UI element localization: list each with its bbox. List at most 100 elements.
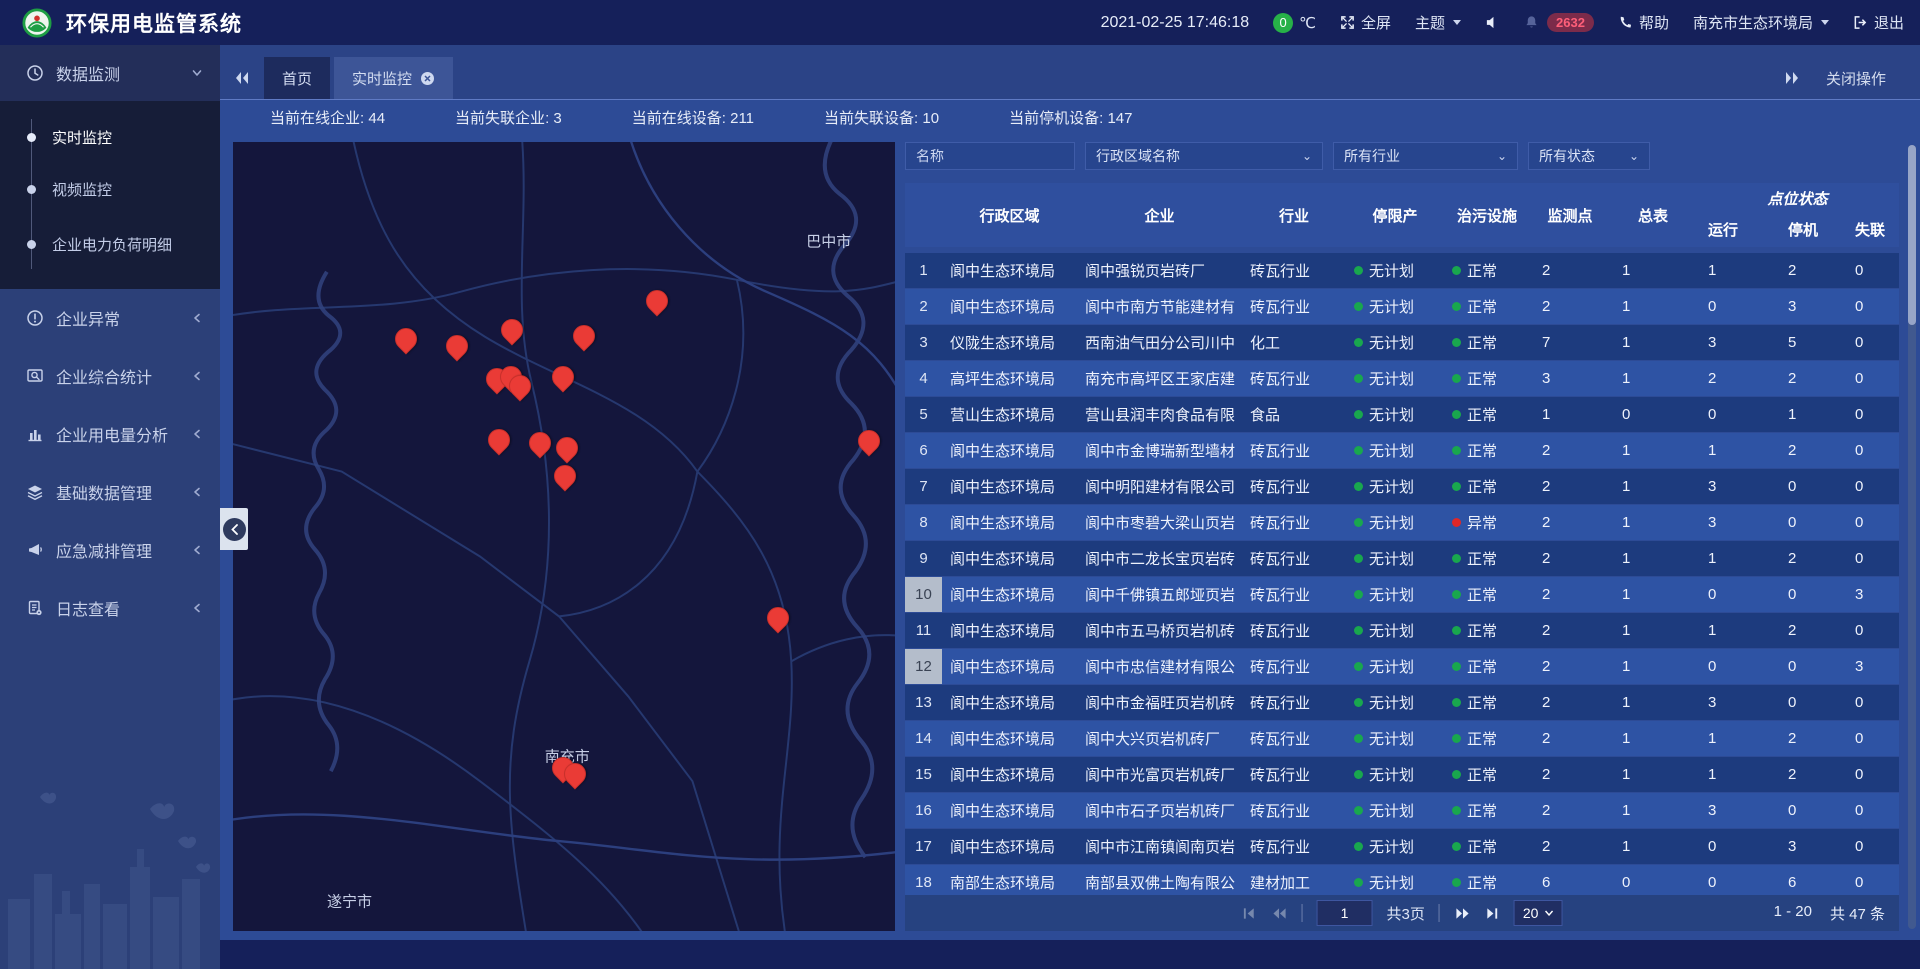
- cell-region-text: 阆中生态环境局: [950, 764, 1055, 785]
- prev-page-button[interactable]: [1271, 906, 1288, 921]
- cell-company: 阆中明阳建材有限公司: [1077, 469, 1242, 504]
- map-pin-icon[interactable]: [641, 285, 672, 316]
- cell-company-text: 阆中市金福旺页岩机砖: [1085, 692, 1235, 713]
- tab-home[interactable]: 首页: [264, 57, 330, 99]
- industry-filter-select[interactable]: 所有行业 ⌄: [1333, 142, 1518, 170]
- status-dot-icon: [1354, 734, 1363, 743]
- map-panel[interactable]: 巴中市南充市遂宁市: [233, 142, 895, 931]
- sidebar-collapse-toggle[interactable]: [220, 508, 248, 550]
- status-filter-select[interactable]: 所有状态 ⌄: [1528, 142, 1650, 170]
- status-dot-icon: [1452, 590, 1461, 599]
- cell-region: 阆中生态环境局: [942, 433, 1077, 468]
- page-size-select[interactable]: 20: [1514, 900, 1563, 926]
- sidebar-item-log[interactable]: 日志查看: [0, 579, 220, 637]
- table-row[interactable]: 18南部生态环境局南部县双佛土陶有限公建材加工无计划正常60060: [905, 865, 1899, 895]
- map-pin-icon[interactable]: [853, 426, 884, 457]
- table-row[interactable]: 2阆中生态环境局阆中市南方节能建材有砖瓦行业无计划正常21030: [905, 289, 1899, 324]
- table-row[interactable]: 16阆中生态环境局阆中市石子页岩机砖厂砖瓦行业无计划正常21300: [905, 793, 1899, 828]
- table-header: 行政区域 企业 行业 停限产 治污设施 监测点 总表 点位状态 运行 停机 失联: [905, 183, 1899, 247]
- map-pin-icon[interactable]: [524, 427, 555, 458]
- tabs-scroll-right-button[interactable]: [1784, 57, 1800, 99]
- map-pin-icon[interactable]: [762, 602, 793, 633]
- map-pin-icon[interactable]: [390, 323, 421, 354]
- table-row[interactable]: 13阆中生态环境局阆中市金福旺页岩机砖砖瓦行业无计划正常21300: [905, 685, 1899, 720]
- cell-company: 南部县双佛土陶有限公: [1077, 865, 1242, 895]
- map-pin-icon[interactable]: [548, 361, 579, 392]
- help-button[interactable]: 帮助: [1618, 12, 1669, 33]
- sidebar-subitem[interactable]: 视频监控: [0, 163, 220, 215]
- next-page-button[interactable]: [1454, 906, 1471, 921]
- cell-running: 1: [1696, 541, 1776, 576]
- table-row[interactable]: 15阆中生态环境局阆中市光富页岩机砖厂砖瓦行业无计划正常21120: [905, 757, 1899, 792]
- cell-stopped-text: 2: [1788, 550, 1796, 567]
- map-pin-icon[interactable]: [552, 433, 583, 464]
- cell-facility-status: 正常: [1444, 649, 1530, 684]
- row-index: 6: [905, 433, 942, 468]
- notifications-button[interactable]: 2632: [1524, 13, 1594, 32]
- last-page-button[interactable]: [1485, 906, 1500, 921]
- cell-limit-status-text: 无计划: [1369, 512, 1414, 533]
- sidebar-subitem[interactable]: 企业电力负荷明细: [0, 215, 220, 273]
- map-pin-icon[interactable]: [484, 425, 515, 456]
- table-row[interactable]: 12阆中生态环境局阆中市忠信建材有限公砖瓦行业无计划正常21003: [905, 649, 1899, 684]
- map-pin-icon[interactable]: [568, 321, 599, 352]
- sidebar-item-megaphone[interactable]: 应急减排管理: [0, 521, 220, 579]
- table-row[interactable]: 1阆中生态环境局阆中强锐页岩砖厂砖瓦行业无计划正常21120: [905, 253, 1899, 288]
- cell-running-text: 1: [1708, 622, 1716, 639]
- map-pin-icon[interactable]: [497, 314, 528, 345]
- sound-toggle-button[interactable]: [1485, 15, 1500, 30]
- table-row[interactable]: 10阆中生态环境局阆中千佛镇五郎垭页岩砖瓦行业无计划正常21003: [905, 577, 1899, 612]
- status-dot-icon: [1452, 698, 1461, 707]
- theme-dropdown[interactable]: 主题: [1415, 12, 1461, 33]
- table-row[interactable]: 17阆中生态环境局阆中市江南镇阆南页岩砖瓦行业无计划正常21030: [905, 829, 1899, 864]
- name-filter-input[interactable]: [905, 142, 1075, 170]
- sidebar-item-stats[interactable]: 企业综合统计: [0, 347, 220, 405]
- table-row[interactable]: 11阆中生态环境局阆中市五马桥页岩机砖砖瓦行业无计划正常21120: [905, 613, 1899, 648]
- cell-industry: 食品: [1242, 397, 1346, 432]
- table-row[interactable]: 3仪陇生态环境局西南油气田分公司川中化工无计划正常71350: [905, 325, 1899, 360]
- tab-realtime-monitor[interactable]: 实时监控: [334, 57, 453, 99]
- sidebar-item-clock[interactable]: 数据监测: [0, 45, 220, 101]
- cell-stopped-text: 0: [1788, 694, 1796, 711]
- first-page-button[interactable]: [1242, 906, 1257, 921]
- row-index-text: 12: [915, 658, 932, 675]
- cell-industry: 砖瓦行业: [1242, 685, 1346, 720]
- cell-facility-status-text: 正常: [1467, 800, 1497, 821]
- cell-industry-text: 砖瓦行业: [1250, 476, 1310, 497]
- cell-industry: 砖瓦行业: [1242, 541, 1346, 576]
- cell-company: 阆中市石子页岩机砖厂: [1077, 793, 1242, 828]
- tab-close-icon[interactable]: [420, 71, 435, 86]
- scrollbar-thumb[interactable]: [1908, 145, 1916, 325]
- map-pin-icon[interactable]: [441, 330, 472, 361]
- table-row[interactable]: 4高坪生态环境局南充市高坪区王家店建砖瓦行业无计划正常31220: [905, 361, 1899, 396]
- cell-company: 阆中市二龙长宝页岩砖: [1077, 541, 1242, 576]
- row-index: 13: [905, 685, 942, 720]
- fullscreen-button[interactable]: 全屏: [1340, 12, 1391, 33]
- cell-region-text: 阆中生态环境局: [950, 260, 1055, 281]
- map-pin-icon[interactable]: [549, 460, 580, 491]
- logout-button[interactable]: 退出: [1853, 12, 1904, 33]
- table-row[interactable]: 9阆中生态环境局阆中市二龙长宝页岩砖砖瓦行业无计划正常21120: [905, 541, 1899, 576]
- sidebar-subitem[interactable]: 实时监控: [0, 111, 220, 163]
- table-row[interactable]: 5营山生态环境局营山县润丰肉食品有限食品无计划正常10010: [905, 397, 1899, 432]
- cell-industry-text: 砖瓦行业: [1250, 512, 1310, 533]
- cell-industry-text: 砖瓦行业: [1250, 584, 1310, 605]
- region-filter-select[interactable]: 行政区域名称 ⌄: [1085, 142, 1323, 170]
- table-row[interactable]: 7阆中生态环境局阆中明阳建材有限公司砖瓦行业无计划正常21300: [905, 469, 1899, 504]
- sidebar-item-alert[interactable]: 企业异常: [0, 289, 220, 347]
- org-dropdown[interactable]: 南充市生态环境局: [1693, 12, 1829, 33]
- row-index: 4: [905, 361, 942, 396]
- sidebar-item-layers[interactable]: 基础数据管理: [0, 463, 220, 521]
- status-dot-icon: [1452, 734, 1461, 743]
- table-row[interactable]: 8阆中生态环境局阆中市枣碧大梁山页岩砖瓦行业无计划异常21300: [905, 505, 1899, 540]
- close-operations-button[interactable]: 关闭操作: [1826, 68, 1886, 89]
- megaphone-icon: [26, 541, 44, 559]
- table-row[interactable]: 14阆中生态环境局阆中大兴页岩机砖厂砖瓦行业无计划正常21120: [905, 721, 1899, 756]
- stat-label: 当前失联设备: [824, 110, 914, 127]
- table-row[interactable]: 6阆中生态环境局阆中市金博瑞新型墙材砖瓦行业无计划正常21120: [905, 433, 1899, 468]
- cell-running-text: 3: [1708, 694, 1716, 711]
- page-number-input[interactable]: [1317, 900, 1373, 926]
- tabs-scroll-left-button[interactable]: [220, 57, 264, 99]
- sidebar-item-chart[interactable]: 企业用电量分析: [0, 405, 220, 463]
- bottom-strip: [220, 940, 1920, 969]
